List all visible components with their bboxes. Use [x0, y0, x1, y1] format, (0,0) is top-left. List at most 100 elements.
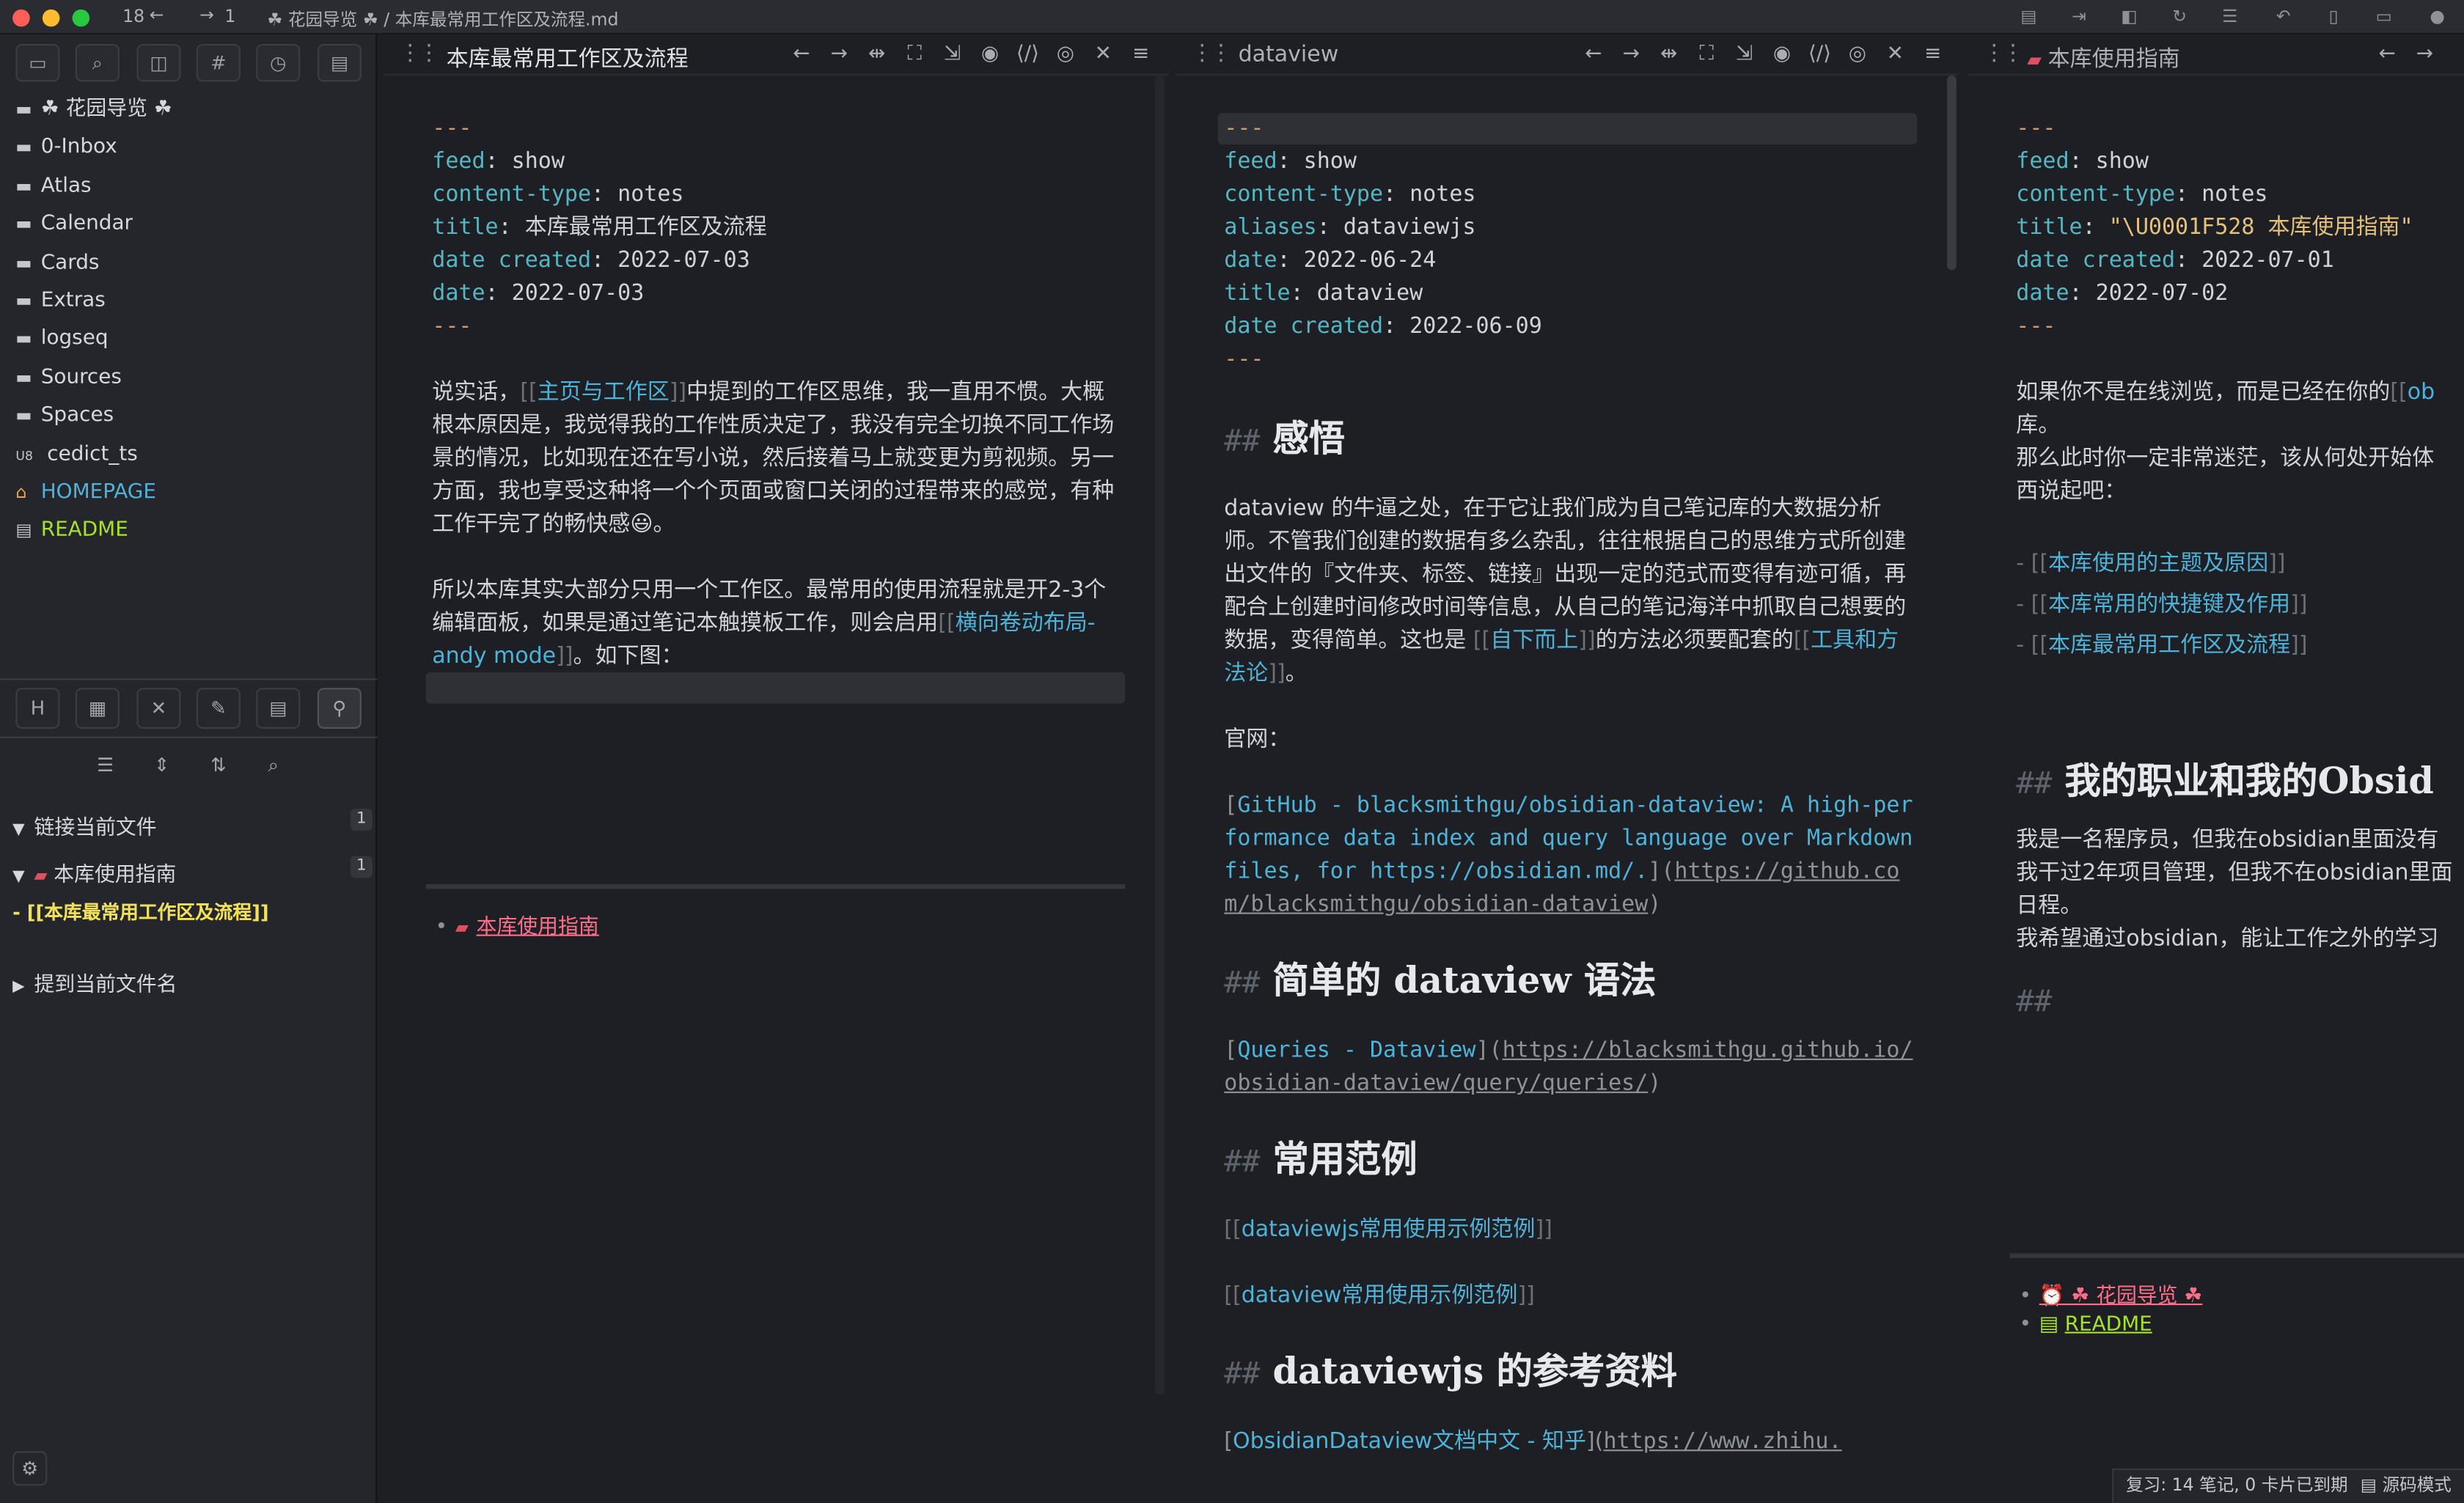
close-icon[interactable]: ✕: [1877, 43, 1914, 66]
navigate-icon[interactable]: ◉: [1763, 43, 1800, 66]
preview-icon[interactable]: ◎: [1046, 43, 1084, 66]
file-tree-item[interactable]: ▬ Cards: [15, 246, 99, 280]
chevron-down-icon: ▼: [12, 868, 25, 886]
forward-icon[interactable]: →: [821, 43, 858, 66]
drag-handle-icon[interactable]: ⋮⋮: [399, 41, 440, 66]
close-window-button[interactable]: [12, 9, 30, 27]
wikilink-home-workspace[interactable]: 主页与工作区: [538, 380, 670, 405]
file-tree-item[interactable]: ▬ Extras: [15, 284, 105, 319]
guide-wikilink[interactable]: 本库使用的主题及原因: [2048, 551, 2268, 576]
unlinked-mentions-header[interactable]: ▶ 提到当前文件名: [12, 968, 177, 997]
linked-line[interactable]: - [[本库最常用工作区及流程]]: [12, 898, 269, 925]
drag-handle-icon[interactable]: ⋮⋮: [1983, 41, 2024, 66]
pane-2-scrollbar[interactable]: [1947, 75, 1957, 271]
heading-tool-button[interactable]: H: [15, 688, 60, 729]
forward-arrow-icon[interactable]: →: [199, 4, 214, 25]
export-icon[interactable]: ⇲: [1726, 43, 1763, 66]
editor-mode[interactable]: 源码模式: [2383, 1474, 2452, 1495]
code-icon[interactable]: ⟨/⟩: [1009, 43, 1046, 66]
search-tab[interactable]: ⌕: [75, 43, 120, 82]
wikilink-ob[interactable]: ob: [2408, 380, 2435, 405]
file-tree-item[interactable]: ▬ 0-Inbox: [15, 131, 117, 166]
export-icon[interactable]: ⇲: [934, 43, 971, 66]
file-tree-item[interactable]: ▬ Atlas: [15, 169, 91, 204]
backlink-item[interactable]: • ▰ 本库使用指南: [436, 909, 599, 939]
file-tree-item[interactable]: ▤ README: [15, 514, 128, 548]
wikilink-dataviewjs-examples[interactable]: dataviewjs常用使用示例范例: [1242, 1217, 1536, 1242]
file-tree-item[interactable]: ▬ ☘ 花园导览 ☘: [15, 92, 172, 127]
linked-file-header[interactable]: ▼ ▰ 本库使用指南: [12, 858, 176, 887]
maximize-window-button[interactable]: [72, 9, 90, 27]
more-options-icon[interactable]: ≡: [1914, 43, 1951, 66]
back-arrow-icon[interactable]: ←: [150, 4, 164, 25]
wikilink-dataview-examples[interactable]: dataview常用使用示例范例: [1242, 1283, 1518, 1308]
settings-icon[interactable]: ⚙: [12, 1451, 48, 1486]
file-tree-item[interactable]: ▬ Calendar: [15, 207, 133, 242]
job-line-3: 日程。: [2016, 893, 2083, 919]
linked-mentions-header[interactable]: ▼ 链接当前文件: [12, 810, 157, 840]
back-icon[interactable]: ←: [2368, 43, 2405, 66]
pane-2-title: dataview: [1238, 42, 1339, 68]
navigate-icon[interactable]: ◉: [971, 43, 1008, 66]
table-tool-button[interactable]: ▤: [256, 688, 301, 729]
close-icon[interactable]: ✕: [1085, 43, 1122, 66]
undo-icon[interactable]: ↶: [2270, 4, 2295, 29]
pane-1-scrollbar[interactable]: [1155, 75, 1165, 1395]
preview-icon[interactable]: ◎: [1838, 43, 1876, 66]
file-tree-item[interactable]: ▬ logseq: [15, 323, 108, 357]
code-icon[interactable]: ⟨/⟩: [1801, 43, 1838, 66]
export-icon[interactable]: ⇥: [2067, 4, 2091, 29]
frontmatter-key: title: [1224, 281, 1291, 306]
wikilink-bottom-up[interactable]: 自下而上: [1490, 628, 1578, 653]
file-tree-item[interactable]: ▬ Sources: [15, 361, 122, 395]
pane-3-content[interactable]: --- feed: show content-type: notes title: …: [2016, 113, 2464, 1021]
queries-link-text[interactable]: Queries - Dataview: [1237, 1038, 1475, 1063]
bookmark-tab[interactable]: ◫: [136, 43, 181, 82]
collapse-icon[interactable]: ⇕: [140, 746, 184, 787]
list-view-icon[interactable]: ☰: [84, 746, 128, 787]
notebook-tab[interactable]: ▤: [317, 43, 362, 82]
backlink-item-garden[interactable]: • ⏰ ☘ 花园导览 ☘: [2020, 1279, 2203, 1308]
minimize-window-button[interactable]: [42, 9, 60, 27]
sidebar-toggle-icon[interactable]: ◧: [2116, 4, 2141, 29]
forward-icon[interactable]: →: [2406, 43, 2443, 66]
indent-icon[interactable]: ☰: [2218, 4, 2243, 29]
search-backlinks-icon[interactable]: ⌕: [252, 746, 296, 787]
frontmatter-colon: :: [2082, 215, 2109, 240]
edit-tool-button[interactable]: ✎: [196, 688, 241, 729]
breadcrumb-folder[interactable]: ☘ 花园导览 ☘ /: [267, 10, 395, 30]
ref-url[interactable]: https://www.zhihu.: [1603, 1429, 1841, 1454]
refresh-icon[interactable]: ↻: [2167, 4, 2192, 29]
sort-icon[interactable]: ⇅: [197, 746, 241, 787]
pane-2-content[interactable]: --- feed: show content-type: notes aliases…: [1224, 113, 1915, 1459]
graph-tool-button[interactable]: ✕: [136, 688, 181, 729]
split-icon[interactable]: ⇹: [1650, 43, 1687, 66]
cards-tool-button[interactable]: ▦: [75, 688, 120, 729]
file-tree-item[interactable]: U8 cedict_ts: [15, 438, 137, 472]
more-options-icon[interactable]: ≡: [1122, 43, 1159, 66]
guide-wikilink[interactable]: 本库最常用工作区及流程: [2048, 633, 2290, 658]
split-icon[interactable]: ⇹: [858, 43, 895, 66]
review-status[interactable]: 复习: 14 笔记, 0 卡片已到期: [2126, 1474, 2348, 1495]
forward-icon[interactable]: →: [1613, 43, 1650, 66]
monitor-icon[interactable]: ▭: [2372, 4, 2397, 29]
drag-handle-icon[interactable]: ⋮⋮: [1191, 41, 1232, 66]
calendar-icon[interactable]: ▤: [2016, 4, 2041, 29]
document-icon[interactable]: ▯: [2321, 4, 2346, 29]
pane-1-content[interactable]: --- feed: show content-type: notes title: …: [432, 113, 1117, 674]
history-tab[interactable]: ◷: [256, 43, 301, 82]
tag-tab[interactable]: #: [196, 43, 241, 82]
profile-icon[interactable]: ●: [2424, 4, 2449, 29]
ref-link-text[interactable]: ObsidianDataview文档中文 - 知乎: [1233, 1429, 1586, 1454]
back-count: 18: [122, 6, 145, 27]
expand-icon[interactable]: ⛶: [895, 43, 933, 66]
file-tree-item[interactable]: ▬ Spaces: [15, 399, 114, 433]
guide-wikilink[interactable]: 本库常用的快捷键及作用: [2048, 592, 2290, 617]
files-tab[interactable]: ▭: [15, 43, 60, 82]
backlinks-tool-button[interactable]: ⚲: [317, 688, 362, 729]
file-tree-item[interactable]: ⌂ HOMEPAGE: [15, 476, 156, 510]
expand-icon[interactable]: ⛶: [1687, 43, 1725, 66]
back-icon[interactable]: ←: [1574, 43, 1612, 66]
backlink-item-readme[interactable]: • ▤ README: [2020, 1313, 2152, 1337]
back-icon[interactable]: ←: [782, 43, 820, 66]
